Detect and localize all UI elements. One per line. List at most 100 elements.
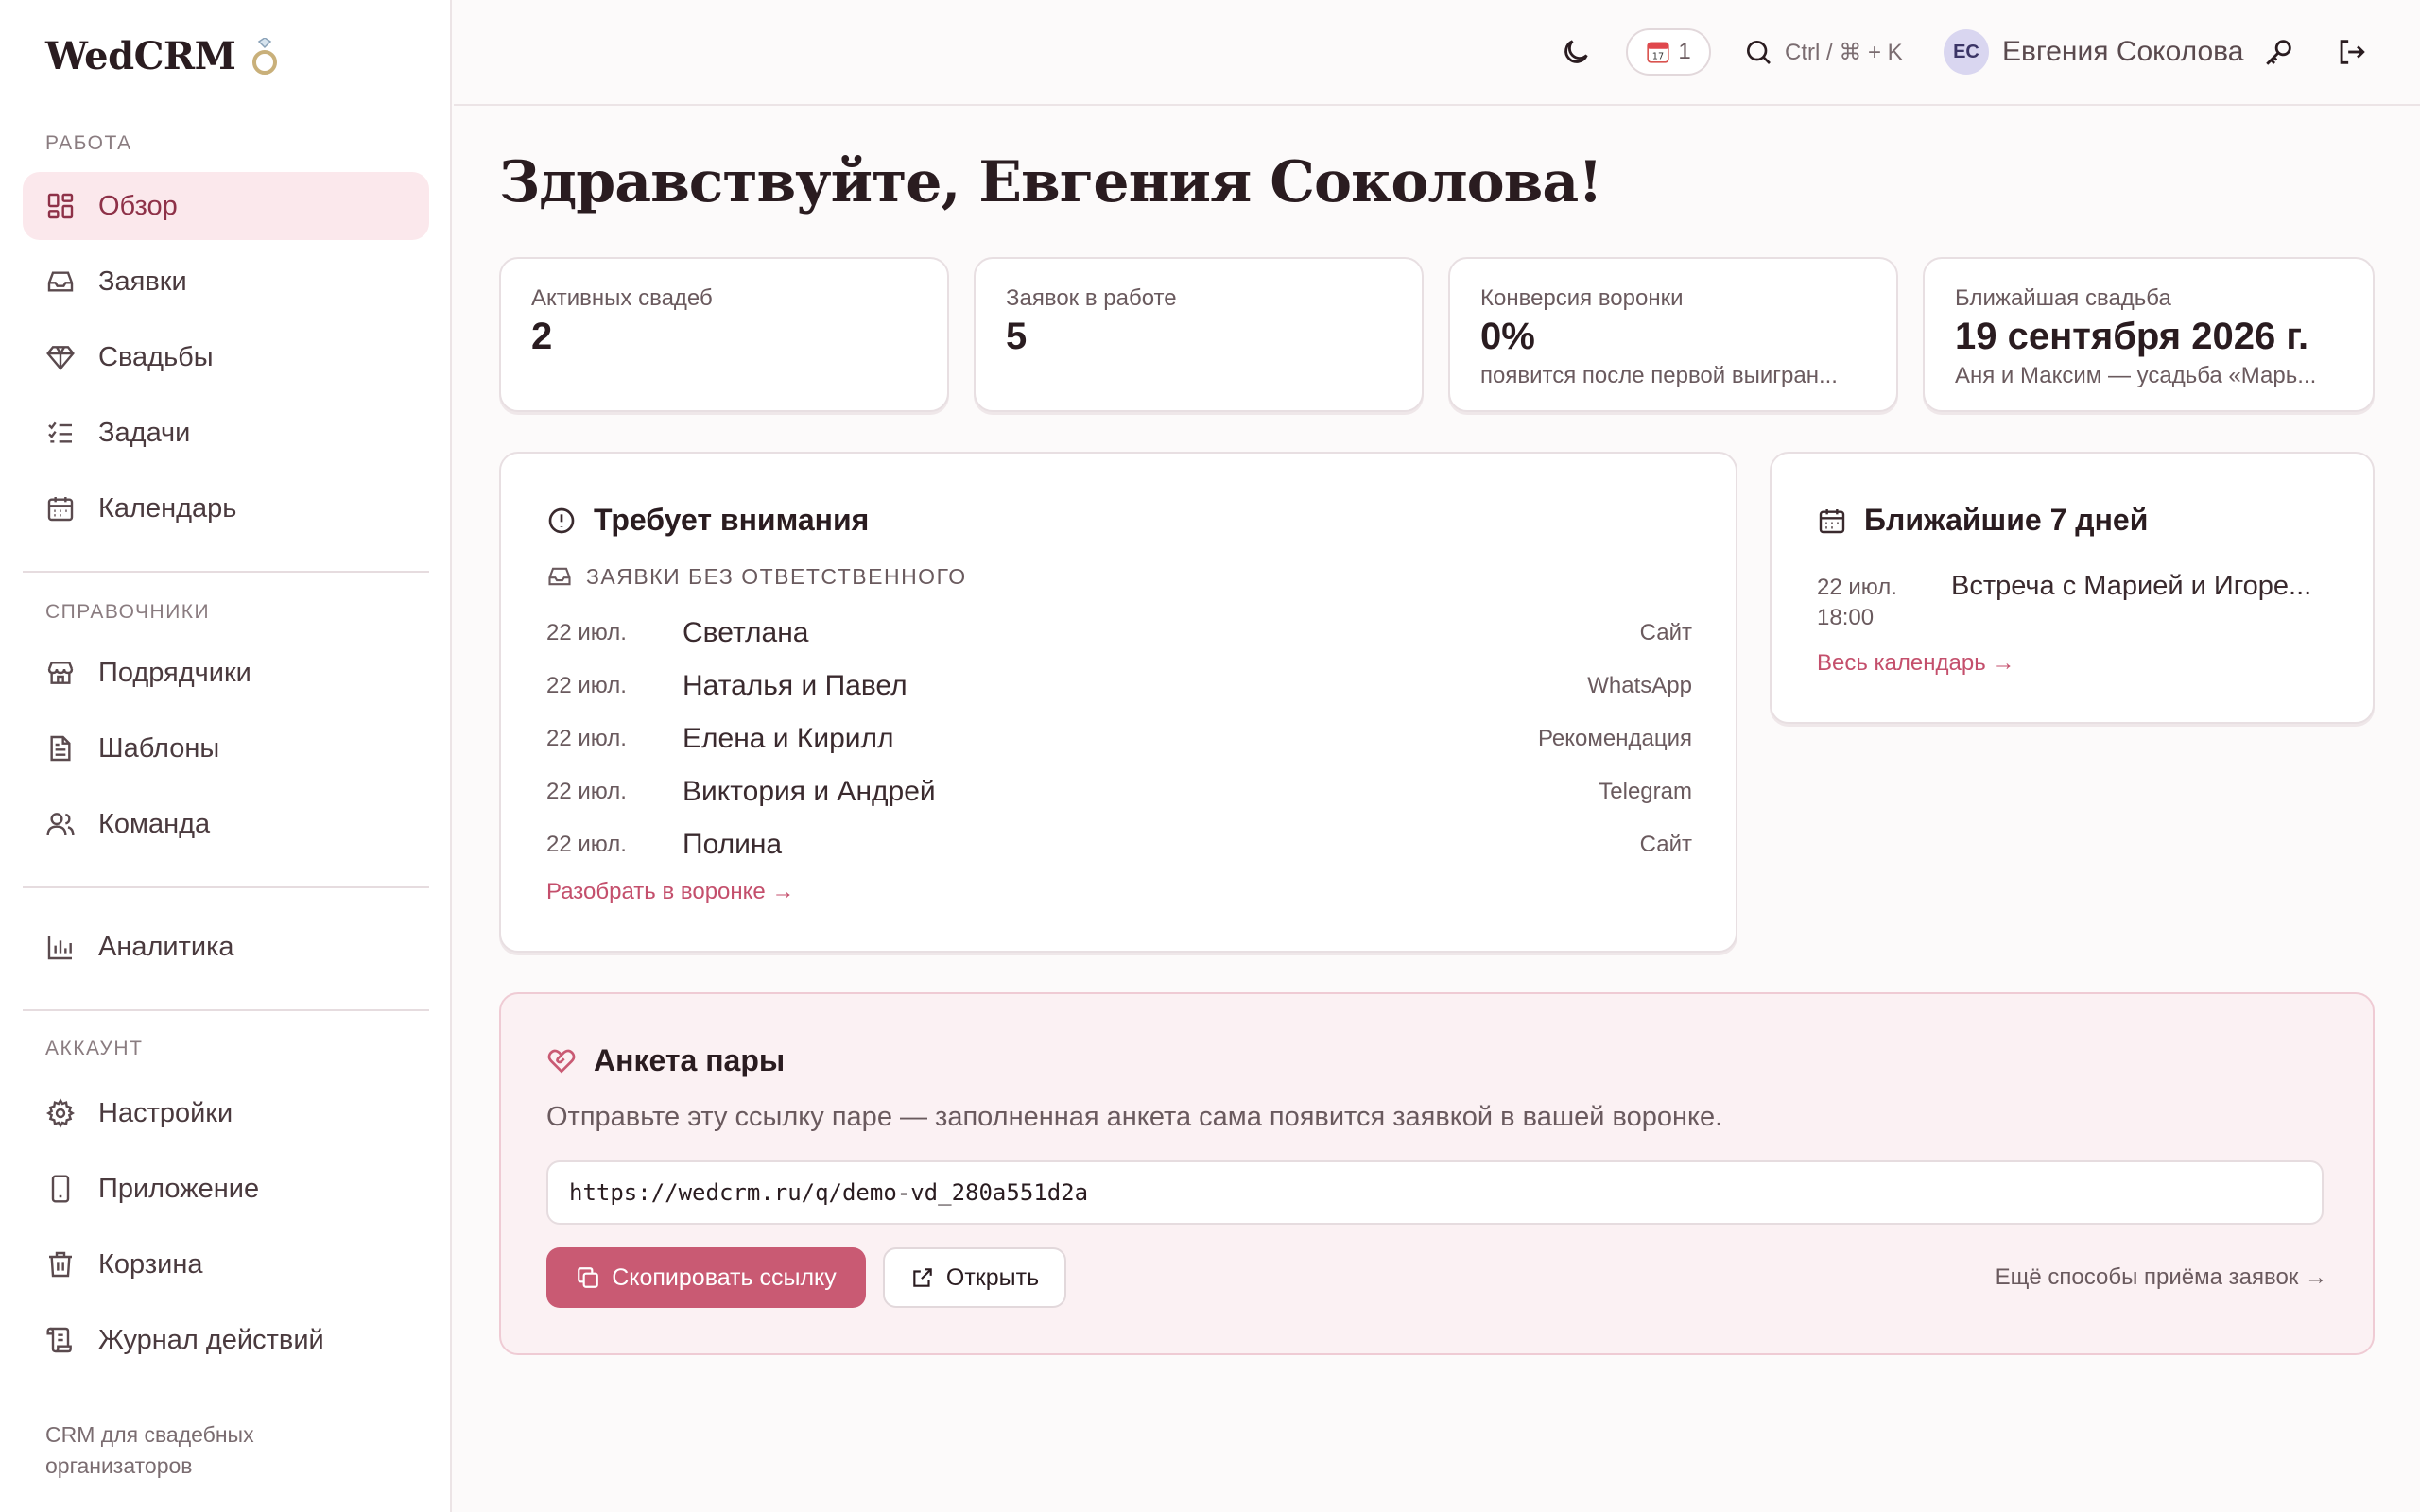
sidebar-item-leads[interactable]: Заявки xyxy=(23,248,429,316)
attention-card: Требует внимания ЗАЯВКИ БЕЗ ОТВЕТСТВЕННО… xyxy=(499,452,1737,953)
sidebar-item-overview[interactable]: Обзор xyxy=(23,172,429,240)
lead-row[interactable]: 22 июл. Светлана Сайт xyxy=(546,610,1692,656)
key-icon[interactable] xyxy=(2263,36,2295,68)
full-calendar-link[interactable]: Весь календарь → xyxy=(1817,650,2014,677)
gear-icon xyxy=(46,1098,75,1128)
team-icon xyxy=(46,813,75,836)
form-description: Отправьте эту ссылку паре — заполненная … xyxy=(546,1102,1723,1132)
funnel-link[interactable]: Разобрать в воронке → xyxy=(546,879,794,905)
stat-value: 2 xyxy=(531,316,553,357)
sidebar-item-weddings[interactable]: Свадьбы xyxy=(23,323,429,391)
subhead-text: ЗАЯВКИ БЕЗ ОТВЕТСТВЕННОГО xyxy=(586,563,967,589)
upcoming-title: Ближайшие 7 дней xyxy=(1817,503,2148,538)
heart-handshake-icon xyxy=(547,1049,576,1074)
sidebar-item-label: Обзор xyxy=(98,190,178,221)
sidebar-item-trash[interactable]: Корзина xyxy=(23,1230,429,1298)
lead-date: 22 июл. xyxy=(546,779,627,804)
lead-source: Сайт xyxy=(1639,620,1692,645)
sidebar-item-label: Приложение xyxy=(98,1173,260,1204)
lead-source: Telegram xyxy=(1599,779,1692,804)
stat-label: Заявок в работе xyxy=(1006,285,1177,311)
sidebar-item-vendors[interactable]: Подрядчики xyxy=(23,639,429,707)
sidebar-item-label: Подрядчики xyxy=(98,657,251,688)
lead-row[interactable]: 22 июл. Наталья и Павел WhatsApp xyxy=(546,663,1692,709)
inbox-icon xyxy=(548,567,571,586)
section-label-refs: СПРАВОЧНИКИ xyxy=(45,601,211,623)
sidebar-item-app[interactable]: Приложение xyxy=(23,1155,429,1223)
lead-date: 22 июл. xyxy=(546,673,627,698)
sidebar-item-settings[interactable]: Настройки xyxy=(23,1079,429,1147)
sidebar-item-team[interactable]: Команда xyxy=(23,790,429,858)
form-url-field[interactable] xyxy=(546,1160,2324,1225)
logout-icon[interactable] xyxy=(2335,36,2367,68)
sidebar-item-label: Задачи xyxy=(98,417,191,448)
brand-logo[interactable]: WedCRM xyxy=(45,34,281,78)
stat-card-active-weddings[interactable]: Активных свадеб 2 xyxy=(499,257,949,412)
event-title[interactable]: Встреча с Марией и Игоре... xyxy=(1951,571,2339,602)
event-time: 18:00 xyxy=(1817,605,1875,630)
section-label-work: РАБОТА xyxy=(45,132,132,154)
stat-label: Конверсия воронки xyxy=(1480,285,1684,311)
open-button[interactable]: Открыть xyxy=(883,1247,1066,1308)
stat-subtext: появится после первой выигран... xyxy=(1480,363,1838,388)
sidebar-item-label: Шаблоны xyxy=(98,732,220,764)
sidebar-item-label: Календарь xyxy=(98,492,237,524)
chart-icon xyxy=(47,936,72,960)
sidebar-divider xyxy=(23,886,429,888)
more-intake-methods-link[interactable]: Ещё способы приёма заявок → xyxy=(1996,1264,2327,1291)
user-name: Евгения Соколова xyxy=(2002,36,2244,67)
page-title: Здравствуйте, Евгения Соколова! xyxy=(499,149,1603,215)
calendar-badge-button[interactable]: 17 1 xyxy=(1626,28,1711,76)
user-menu[interactable]: ЕС Евгения Соколова xyxy=(1944,28,2243,76)
lead-row[interactable]: 22 июл. Полина Сайт xyxy=(546,822,1692,868)
search-button[interactable]: Ctrl / ⌘ + K xyxy=(1743,28,1903,76)
unassigned-leads-subhead: ЗАЯВКИ БЕЗ ОТВЕТСТВЕННОГО xyxy=(546,563,967,590)
tasks-icon xyxy=(48,421,72,443)
moon-icon[interactable] xyxy=(1560,36,1592,68)
open-label: Открыть xyxy=(945,1263,1040,1291)
stat-card-next-wedding[interactable]: Ближайшая свадьба 19 сентября 2026 г. Ан… xyxy=(1923,257,2375,412)
sidebar-item-tasks[interactable]: Задачи xyxy=(23,399,429,467)
sidebar-item-label: Журнал действий xyxy=(98,1324,324,1355)
ring-icon xyxy=(252,37,278,75)
upcoming-card: Ближайшие 7 дней 22 июл. 18:00 Встреча с… xyxy=(1770,452,2375,724)
lead-name: Наталья и Павел xyxy=(683,670,908,701)
sidebar-item-label: Корзина xyxy=(98,1248,203,1280)
event-datetime: 22 июл. 18:00 xyxy=(1817,573,1930,633)
sidebar-item-templates[interactable]: Шаблоны xyxy=(23,714,429,782)
sidebar-divider xyxy=(23,571,429,573)
lead-name: Виктория и Андрей xyxy=(683,776,936,807)
lead-row[interactable]: 22 июл. Виктория и Андрей Telegram xyxy=(546,769,1692,815)
stat-value: 0% xyxy=(1480,316,1535,357)
search-shortcut-hint: Ctrl / ⌘ + K xyxy=(1785,39,1903,65)
lead-date: 22 июл. xyxy=(546,726,627,751)
calendar-icon xyxy=(47,497,74,522)
sidebar-item-activity-log[interactable]: Журнал действий xyxy=(23,1306,429,1374)
sidebar-item-label: Заявки xyxy=(98,266,187,297)
lead-row[interactable]: 22 июл. Елена и Кирилл Рекомендация xyxy=(546,716,1692,762)
avatar: ЕС xyxy=(1944,29,1989,75)
lead-source: Рекомендация xyxy=(1537,726,1692,751)
lead-source: WhatsApp xyxy=(1587,673,1692,698)
sidebar-item-analytics[interactable]: Аналитика xyxy=(23,913,429,981)
form-title-text: Анкета пары xyxy=(594,1043,786,1077)
sidebar: WedCRM РАБОТА Обзор Заявки Свадьбы Задач… xyxy=(0,0,452,1512)
stat-card-funnel-conversion[interactable]: Конверсия воронки 0% появится после перв… xyxy=(1448,257,1898,412)
scroll-icon xyxy=(46,1327,72,1353)
lead-name: Елена и Кирилл xyxy=(683,723,894,754)
dashboard-icon xyxy=(47,193,74,219)
stat-value: 19 сентября 2026 г. xyxy=(1955,316,2309,357)
stat-label: Активных свадеб xyxy=(531,285,713,311)
stat-card-leads-in-progress[interactable]: Заявок в работе 5 xyxy=(974,257,1424,412)
brand-name: WedCRM xyxy=(45,34,236,78)
attention-title: Требует внимания xyxy=(546,503,869,538)
lead-name: Светлана xyxy=(683,617,809,648)
stat-subtext: Аня и Максим — усадьба «Марь... xyxy=(1955,363,2317,388)
sidebar-item-label: Аналитика xyxy=(98,931,234,962)
upcoming-title-text: Ближайшие 7 дней xyxy=(1864,503,2149,537)
calendar-icon xyxy=(1819,508,1845,533)
svg-text:17: 17 xyxy=(1652,52,1664,62)
copy-link-button[interactable]: Скопировать ссылку xyxy=(546,1247,866,1308)
sidebar-item-calendar[interactable]: Календарь xyxy=(23,474,429,542)
stat-label: Ближайшая свадьба xyxy=(1955,285,2171,311)
